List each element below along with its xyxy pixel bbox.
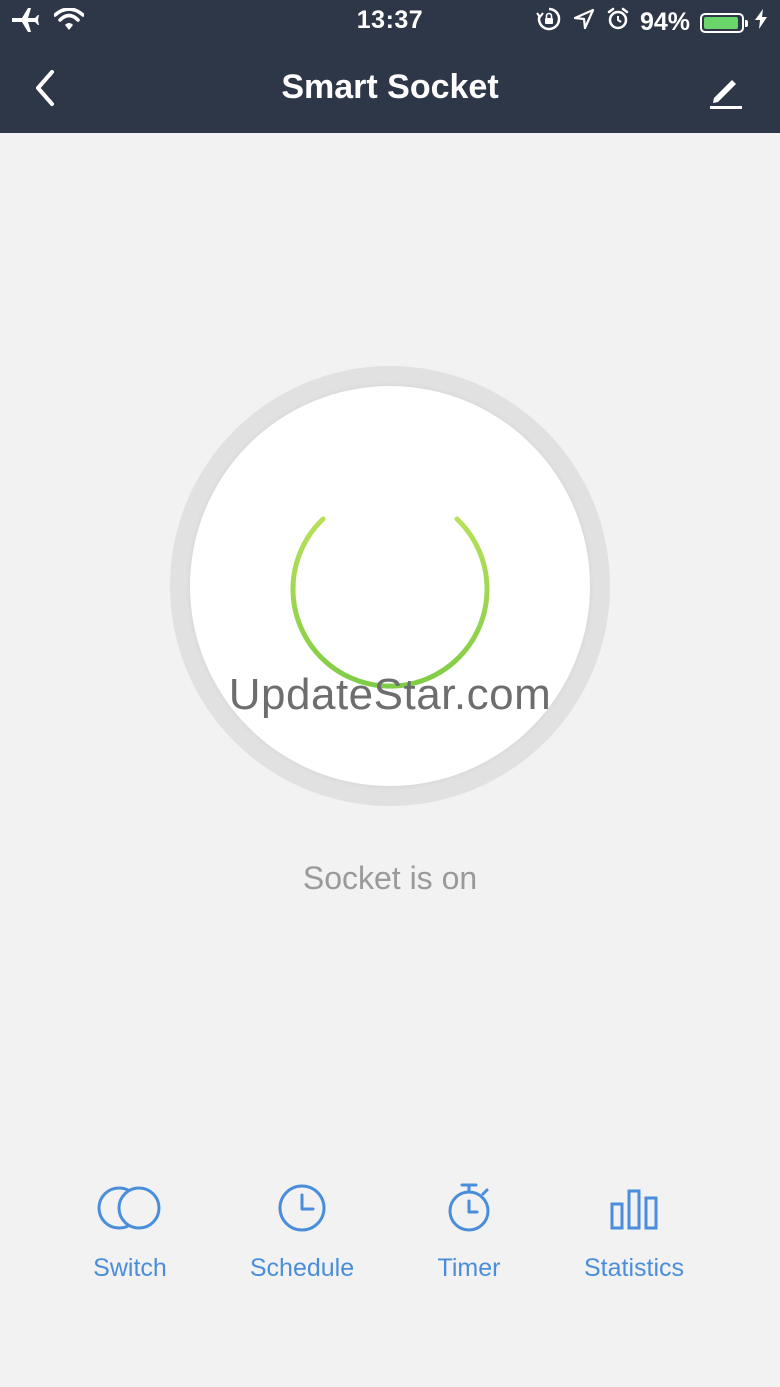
- battery-icon: [700, 12, 748, 33]
- statistics-label: Statistics: [583, 1254, 685, 1282]
- timer-action[interactable]: Timer: [384, 1180, 554, 1283]
- power-toggle-button[interactable]: [190, 386, 590, 786]
- switch-action[interactable]: Switch: [45, 1180, 215, 1283]
- top-bar: 13:37 94% Smart Socket: [0, 0, 780, 133]
- timer-label: Timer: [437, 1254, 501, 1282]
- edit-button[interactable]: [706, 70, 746, 110]
- battery-percent: 94%: [639, 8, 690, 36]
- power-button-ring: [170, 366, 610, 806]
- rotation-lock-icon: [536, 6, 562, 39]
- power-icon: [290, 487, 490, 689]
- pencil-edit-icon: [710, 80, 742, 109]
- location-arrow-icon: [572, 7, 596, 38]
- socket-state-text: Socket is on: [302, 860, 478, 896]
- switch-label: Switch: [93, 1254, 167, 1282]
- bottom-actions: Switch Schedule Timer Statistics: [0, 1180, 780, 1300]
- status-right-icons: 94%: [536, 6, 768, 39]
- navigation-bar: Smart Socket: [0, 42, 780, 133]
- page-title: Smart Socket: [281, 68, 499, 106]
- clock-icon: [278, 1184, 326, 1232]
- status-bar: 13:37 94%: [0, 0, 780, 42]
- bar-chart-icon: [610, 1189, 658, 1230]
- charging-bolt-icon: [754, 8, 768, 37]
- schedule-action[interactable]: Schedule: [217, 1180, 387, 1283]
- schedule-label: Schedule: [249, 1254, 355, 1282]
- watermark-text: UpdateStar.com: [228, 670, 552, 719]
- switch-circles-icon: [97, 1186, 161, 1230]
- battery-fill: [704, 16, 738, 29]
- alarm-icon: [606, 7, 630, 38]
- smart-socket-screen: 13:37 94% Smart Socket UpdateStar.com So…: [0, 0, 780, 1387]
- statistics-action[interactable]: Statistics: [549, 1180, 719, 1283]
- stopwatch-icon: [448, 1183, 490, 1232]
